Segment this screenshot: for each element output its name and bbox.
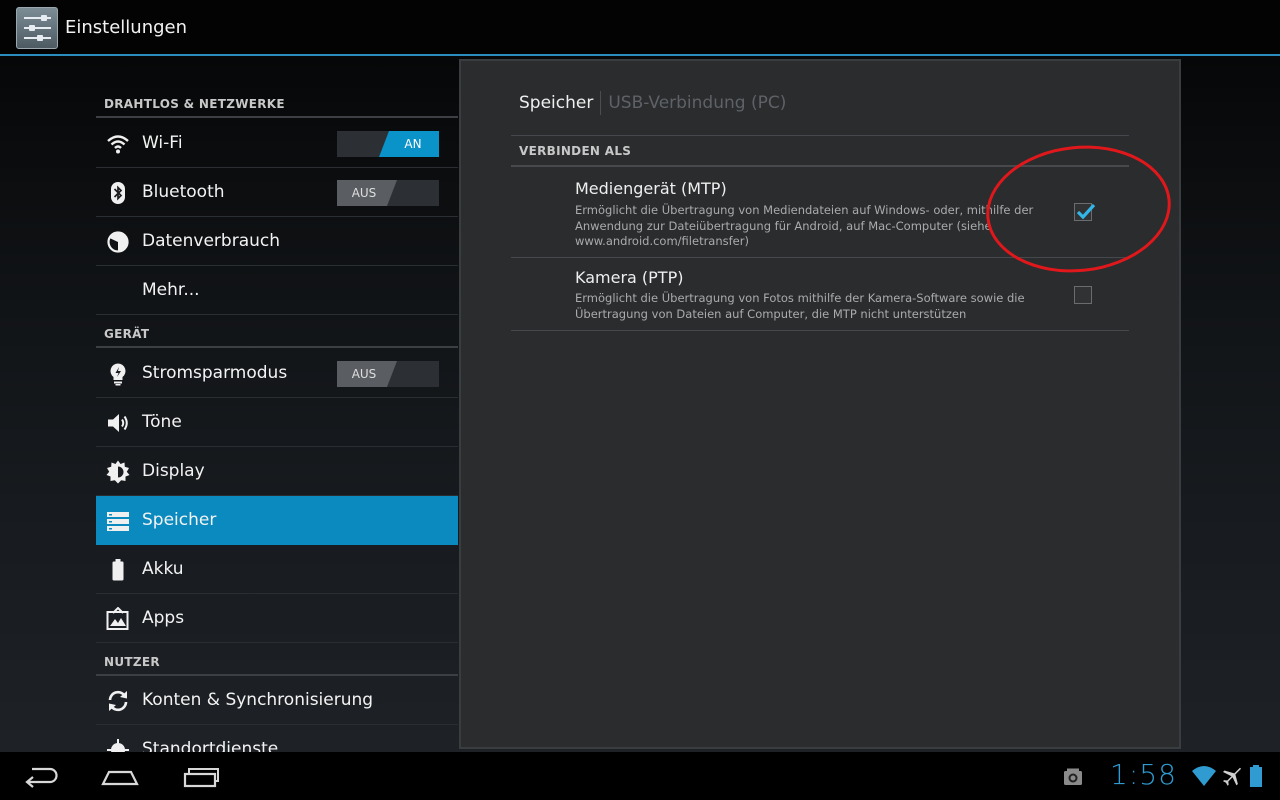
connect-as-header: VERBINDEN ALS <box>519 144 632 158</box>
bluetooth-icon <box>106 181 130 205</box>
divider <box>511 135 1129 136</box>
breadcrumb: Speicher USB-Verbindung (PC) <box>519 91 786 115</box>
section-header-wireless: DRAHTLOS & NETZWERKE <box>96 84 458 118</box>
location-icon <box>106 738 130 752</box>
sidebar-item-accounts-sync[interactable]: Konten & Synchronisierung <box>96 676 458 725</box>
sidebar-item-label: Datenverbrauch <box>142 231 281 251</box>
power-saving-toggle[interactable]: AUS <box>337 361 439 387</box>
back-icon[interactable] <box>20 762 64 790</box>
airplane-mode-icon <box>1220 762 1244 790</box>
sound-icon <box>106 411 130 435</box>
page-title: Einstellungen <box>65 17 188 38</box>
sidebar-item-power-saving[interactable]: Stromsparmodus AUS <box>96 349 458 398</box>
display-icon <box>106 460 130 484</box>
clock: 1:58 <box>1110 758 1177 791</box>
sidebar-item-label: Apps <box>142 608 185 628</box>
bluetooth-toggle[interactable]: AUS <box>337 180 439 206</box>
sidebar-item-label: Mehr... <box>142 280 200 300</box>
navigation-bar: 1:58 <box>0 752 1280 800</box>
sync-icon <box>106 689 130 713</box>
sidebar-item-label: Wi-Fi <box>142 133 183 153</box>
action-bar: Einstellungen <box>0 0 1280 56</box>
sidebar-item-data-usage[interactable]: Datenverbrauch <box>96 217 458 266</box>
sidebar-item-storage[interactable]: Speicher <box>96 496 458 545</box>
option-mtp[interactable]: Mediengerät (MTP) Ermöglicht die Übertra… <box>511 167 1129 257</box>
sidebar-item-label: Display <box>142 461 205 481</box>
sidebar-item-location[interactable]: Standortdienste <box>96 725 458 752</box>
sidebar-item-sound[interactable]: Töne <box>96 398 458 447</box>
screenshot-icon[interactable] <box>1056 762 1090 790</box>
content-area: DRAHTLOS & NETZWERKE Wi-Fi AN Bluetooth … <box>0 56 1280 752</box>
wifi-toggle[interactable]: AN <box>337 131 439 157</box>
divider <box>511 330 1129 331</box>
option-title: Mediengerät (MTP) <box>575 179 727 198</box>
settings-list[interactable]: DRAHTLOS & NETZWERKE Wi-Fi AN Bluetooth … <box>96 56 458 752</box>
sidebar-item-label: Konten & Synchronisierung <box>142 690 374 710</box>
option-summary: Ermöglicht die Übertragung von Fotos mit… <box>575 291 1025 321</box>
data-usage-icon <box>106 230 130 254</box>
option-ptp[interactable]: Kamera (PTP) Ermöglicht die Übertragung … <box>511 258 1129 330</box>
sidebar-item-label: Akku <box>142 559 184 579</box>
sidebar-item-label: Standortdienste <box>142 739 279 752</box>
recent-apps-icon[interactable] <box>178 762 222 790</box>
tab-separator <box>600 91 602 115</box>
apps-icon <box>106 606 130 631</box>
wifi-icon <box>106 132 130 156</box>
sidebar-item-wifi[interactable]: Wi-Fi AN <box>96 119 458 168</box>
sidebar-item-apps[interactable]: Apps <box>96 594 458 643</box>
sidebar-item-label: Stromsparmodus <box>142 363 288 383</box>
option-title: Kamera (PTP) <box>575 268 684 287</box>
detail-pane: Speicher USB-Verbindung (PC) VERBINDEN AL… <box>459 59 1181 749</box>
power-saving-icon <box>106 362 130 386</box>
settings-icon[interactable] <box>16 7 58 49</box>
section-header-user: NUTZER <box>96 642 458 676</box>
tab-usb-connection[interactable]: USB-Verbindung (PC) <box>608 93 786 113</box>
option-summary: Ermöglicht die Übertragung von Mediendat… <box>575 203 1034 248</box>
battery-icon <box>106 558 130 582</box>
sidebar-item-battery[interactable]: Akku <box>96 545 458 594</box>
home-icon[interactable] <box>98 762 142 790</box>
sidebar-item-more[interactable]: Mehr... <box>96 266 458 315</box>
mtp-checkbox[interactable] <box>1074 203 1096 221</box>
tab-storage[interactable]: Speicher <box>519 93 593 113</box>
sidebar-item-label: Töne <box>142 412 182 432</box>
battery-status-icon <box>1246 762 1266 790</box>
storage-icon <box>106 509 130 533</box>
ptp-checkbox[interactable] <box>1074 286 1092 304</box>
sidebar-item-label: Speicher <box>142 510 217 530</box>
section-header-device: GERÄT <box>96 314 458 348</box>
sidebar-item-bluetooth[interactable]: Bluetooth AUS <box>96 168 458 217</box>
sidebar-item-label: Bluetooth <box>142 182 225 202</box>
sidebar-item-display[interactable]: Display <box>96 447 458 496</box>
checkmark-icon <box>1076 203 1096 220</box>
wifi-signal-icon <box>1190 762 1218 790</box>
